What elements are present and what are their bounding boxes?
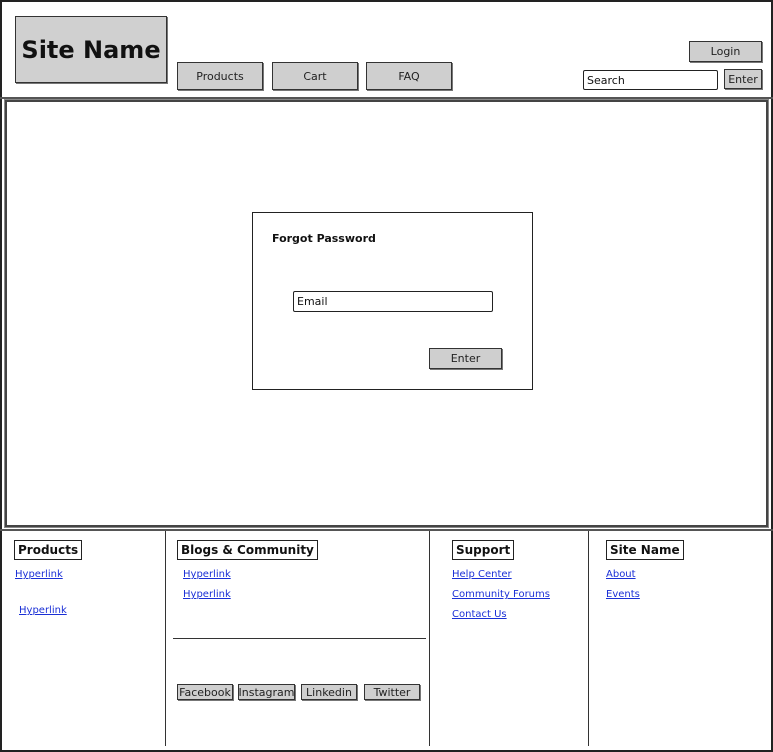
- forgot-password-dialog: Forgot Password Email Enter: [252, 212, 533, 390]
- footer-site-heading: Site Name: [606, 540, 684, 560]
- help-center-link[interactable]: Help Center: [452, 569, 512, 580]
- footer-divider-3: [588, 531, 589, 746]
- footer-divider-1: [165, 531, 166, 746]
- events-link[interactable]: Events: [606, 589, 640, 600]
- search-input[interactable]: Search: [583, 70, 718, 90]
- community-forums-link[interactable]: Community Forums: [452, 589, 550, 600]
- instagram-button[interactable]: Instagram: [238, 684, 295, 700]
- about-link[interactable]: About: [606, 569, 636, 580]
- footer-divider-2: [429, 531, 430, 746]
- search-enter-button[interactable]: Enter: [724, 69, 762, 89]
- content-divider: [0, 529, 773, 531]
- site-name-text: Site Name: [21, 35, 161, 64]
- footer-products-heading: Products: [14, 540, 83, 560]
- email-field[interactable]: Email: [293, 291, 493, 312]
- nav-products-button[interactable]: Products: [177, 62, 263, 90]
- linkedin-button[interactable]: Linkedin: [301, 684, 357, 700]
- nav-cart-button[interactable]: Cart: [272, 62, 358, 90]
- twitter-button[interactable]: Twitter: [364, 684, 420, 700]
- contact-us-link[interactable]: Contact Us: [452, 609, 507, 620]
- dialog-title: Forgot Password: [272, 232, 376, 245]
- header-divider: [0, 97, 773, 99]
- footer-products-link-2[interactable]: Hyperlink: [19, 605, 67, 616]
- nav-faq-button[interactable]: FAQ: [366, 62, 452, 90]
- footer-products-link-1[interactable]: Hyperlink: [15, 569, 63, 580]
- social-divider: [173, 638, 426, 639]
- footer-blogs-link-2[interactable]: Hyperlink: [183, 589, 231, 600]
- footer-blogs-heading: Blogs & Community: [177, 540, 318, 560]
- facebook-button[interactable]: Facebook: [177, 684, 233, 700]
- footer-support-heading: Support: [452, 540, 515, 560]
- footer-blogs-link-1[interactable]: Hyperlink: [183, 569, 231, 580]
- login-button[interactable]: Login: [689, 41, 762, 62]
- dialog-enter-button[interactable]: Enter: [429, 348, 502, 369]
- site-logo[interactable]: Site Name: [15, 16, 167, 83]
